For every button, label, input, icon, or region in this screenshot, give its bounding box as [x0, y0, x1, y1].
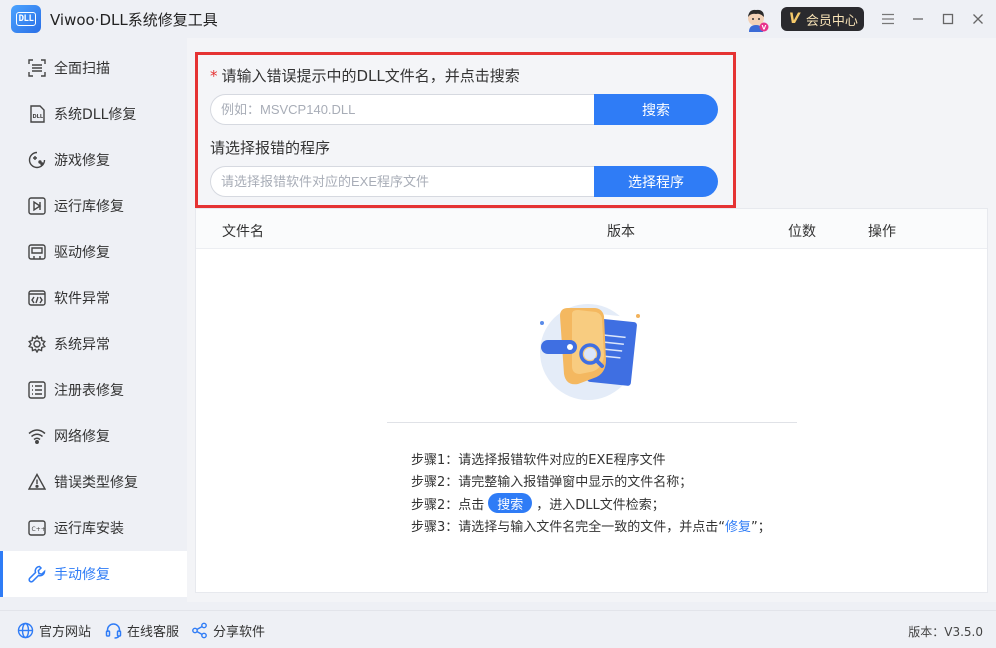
headset-icon [104, 622, 122, 640]
column-action: 操作 [868, 224, 896, 240]
sidebar-item-manual-repair[interactable]: 手动修复 [0, 551, 187, 597]
sidebar-item-label: 全面扫描 [54, 61, 110, 77]
online-support-link[interactable]: 在线客服 [104, 621, 179, 640]
dll-name-label-text: 请输入错误提示中的DLL文件名，并点击搜索 [221, 67, 520, 85]
empty-folder-search-icon [540, 304, 641, 400]
step-2b: 步骤2：点击 搜索 ，进入DLL文件检索； [411, 492, 771, 515]
required-mark: * [210, 67, 218, 85]
sidebar-item-label: 注册表修复 [54, 383, 124, 399]
cpp-icon: C++ [27, 518, 47, 538]
wrench-icon [27, 564, 47, 584]
sidebar-item-network-repair[interactable]: 网络修复 [0, 413, 187, 459]
minimize-button[interactable] [908, 9, 928, 29]
sidebar-item-system-dll[interactable]: DLL 系统DLL修复 [0, 91, 187, 137]
manual-repair-form: *请输入错误提示中的DLL文件名，并点击搜索 搜索 请选择报错的程序 选择程序 [195, 52, 736, 208]
program-select-row: 选择程序 [210, 166, 718, 197]
avatar-icon: V [748, 9, 769, 32]
vip-center-button[interactable]: V 会员中心 [781, 7, 864, 31]
minimize-icon [913, 18, 923, 20]
dll-search-row: 搜索 [210, 94, 718, 125]
sidebar-item-label: 手动修复 [54, 567, 110, 583]
sidebar-item-runtime-repair[interactable]: 运行库修复 [0, 183, 187, 229]
sidebar-item-label: 游戏修复 [54, 153, 110, 169]
step-1: 步骤1：请选择报错软件对应的EXE程序文件 [411, 452, 666, 468]
column-version: 版本 [607, 224, 635, 240]
sidebar-item-game-repair[interactable]: 游戏修复 [0, 137, 187, 183]
runtime-icon [27, 196, 47, 216]
sidebar-item-software-error[interactable]: 软件异常 [0, 275, 187, 321]
divider [387, 422, 797, 423]
close-icon [973, 14, 983, 24]
app-logo-text: DLL [15, 12, 37, 26]
share-software-link[interactable]: 分享软件 [190, 621, 265, 640]
globe-icon [16, 622, 34, 640]
svg-text:DLL: DLL [33, 114, 44, 120]
sidebar-item-label: 系统DLL修复 [54, 107, 137, 123]
gamepad-icon [27, 150, 47, 170]
sidebar: 全面扫描 DLL 系统DLL修复 游戏修复 运行库修复 驱动修复 软件异常 系统… [0, 38, 187, 602]
sidebar-item-label: 系统异常 [54, 337, 110, 353]
list-icon [27, 380, 47, 400]
sidebar-item-label: 错误类型修复 [54, 475, 138, 491]
repair-link: 修复 [725, 520, 752, 536]
scan-icon [27, 58, 47, 78]
hamburger-icon [882, 13, 894, 25]
title-bar: DLL Viwoo·DLL系统修复工具 V V 会员中心 [0, 0, 996, 38]
column-bits: 位数 [788, 224, 816, 240]
table-header: 文件名 版本 位数 操作 [196, 209, 987, 249]
sidebar-item-system-error[interactable]: 系统异常 [0, 321, 187, 367]
version-label: 版本：V3.5.0 [908, 625, 983, 639]
official-website-link[interactable]: 官方网站 [16, 621, 91, 640]
program-label: 请选择报错的程序 [210, 139, 331, 157]
step-2a: 步骤2：请完整输入报错弹窗中显示的文件名称； [411, 475, 693, 491]
sidebar-item-registry-repair[interactable]: 注册表修复 [0, 367, 187, 413]
code-window-icon [27, 288, 47, 308]
driver-icon [27, 242, 47, 262]
maximize-button[interactable] [938, 9, 958, 29]
share-icon [190, 622, 208, 640]
app-title: Viwoo·DLL系统修复工具 [50, 11, 218, 29]
svg-text:C++: C++ [32, 526, 46, 533]
sidebar-item-runtime-install[interactable]: C++ 运行库安装 [0, 505, 187, 551]
vip-icon: V [789, 11, 800, 27]
warning-icon [27, 472, 47, 492]
vip-center-label: 会员中心 [805, 13, 858, 29]
dll-file-icon: DLL [27, 104, 47, 124]
close-button[interactable] [968, 9, 988, 29]
instruction-steps: 步骤1：请选择报错软件对应的EXE程序文件 步骤2：请完整输入报错弹窗中显示的文… [411, 447, 771, 537]
wifi-icon [27, 426, 47, 446]
sidebar-item-full-scan[interactable]: 全面扫描 [0, 45, 187, 91]
sidebar-item-label: 驱动修复 [54, 245, 110, 261]
sidebar-item-label: 网络修复 [54, 429, 110, 445]
app-logo-icon: DLL [11, 5, 41, 33]
dll-name-label: * 请输入错误提示中的DLL文件名，并点击搜索 [210, 65, 520, 86]
column-filename: 文件名 [222, 224, 264, 240]
sidebar-item-label: 运行库安装 [54, 521, 124, 537]
sidebar-item-driver-repair[interactable]: 驱动修复 [0, 229, 187, 275]
inline-search-button: 搜索 [488, 493, 533, 514]
select-program-button[interactable]: 选择程序 [594, 166, 718, 197]
gear-icon [27, 334, 47, 354]
user-avatar[interactable]: V [745, 8, 769, 32]
maximize-icon [942, 13, 954, 25]
menu-button[interactable] [878, 9, 898, 29]
program-path-input[interactable] [210, 166, 594, 197]
dll-name-input[interactable] [210, 94, 594, 125]
svg-text:V: V [762, 25, 767, 32]
sidebar-item-label: 软件异常 [54, 291, 110, 307]
sidebar-item-label: 运行库修复 [54, 199, 124, 215]
step-3: 步骤3：请选择与输入文件名完全一致的文件，并点击“ 修复”； [411, 515, 771, 538]
footer-bar: 官方网站 在线客服 分享软件 版本：V3.5.0 [0, 610, 996, 648]
sidebar-item-error-type-repair[interactable]: 错误类型修复 [0, 459, 187, 505]
search-button[interactable]: 搜索 [594, 94, 718, 125]
